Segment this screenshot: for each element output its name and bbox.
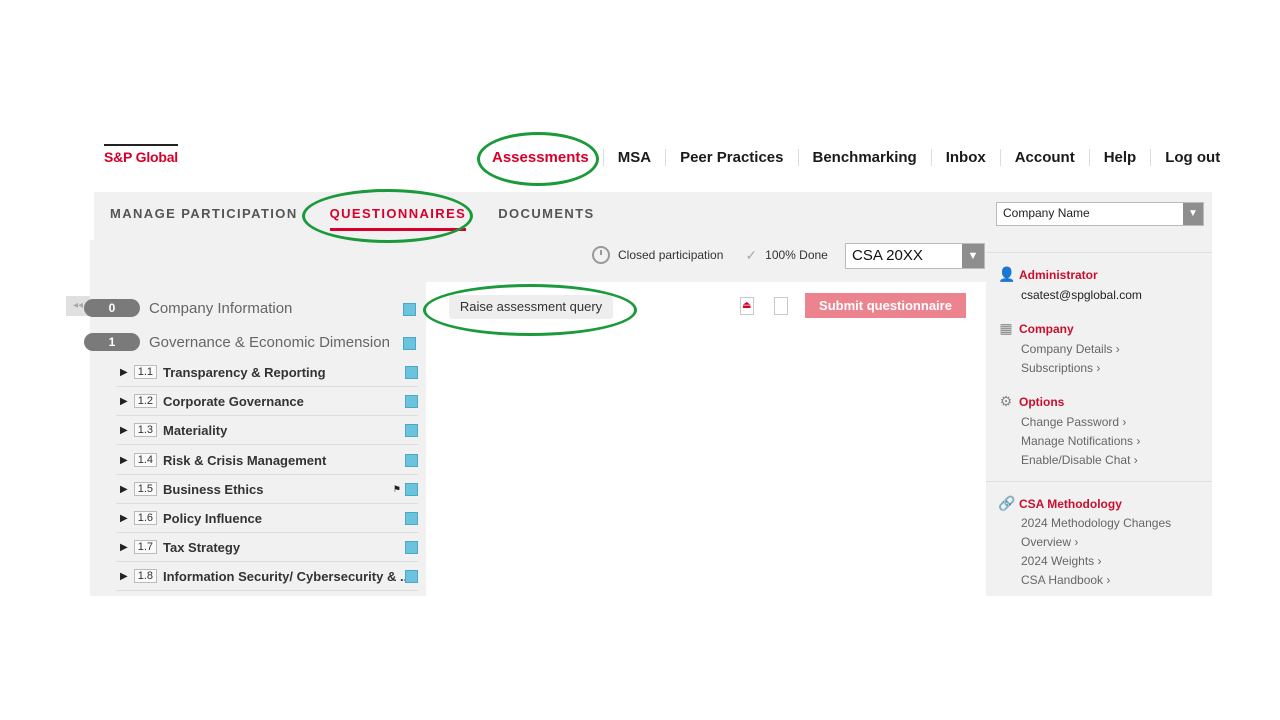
enable-disable-chat-link[interactable]: Enable/Disable Chat › — [1021, 453, 1138, 467]
tree-item[interactable]: ▶ 1.5 Business Ethics ⚑ — [116, 475, 418, 504]
expand-triangle-icon[interactable]: ▶ — [120, 542, 128, 553]
status-square-icon — [405, 569, 418, 583]
tab-documents[interactable]: DOCUMENTS — [498, 206, 594, 221]
item-label: Policy Influence — [163, 510, 262, 526]
item-label: Risk & Crisis Management — [163, 452, 327, 468]
item-number: 1.7 — [133, 540, 157, 554]
nav-msa[interactable]: MSA — [602, 148, 665, 166]
tree-item[interactable]: ▶ 1.2 Corporate Governance — [116, 387, 418, 416]
participation-status: Closed participation ✓ 100% Done — [592, 244, 828, 266]
item-label: Tax Strategy — [163, 539, 241, 555]
company-select-value: Company Name — [1003, 206, 1090, 220]
status-square-icon — [405, 394, 418, 408]
item-number: 1.6 — [133, 511, 157, 525]
top-navigation: Assessments MSA Peer Practices Benchmark… — [478, 132, 1234, 182]
progress-text: 100% Done — [765, 248, 828, 262]
checkmark-icon: ✓ — [745, 246, 758, 263]
change-password-link[interactable]: Change Password › — [1021, 415, 1126, 429]
tree-item[interactable]: ▶ 1.7 Tax Strategy — [116, 533, 418, 562]
nav-benchmarking[interactable]: Benchmarking — [797, 148, 931, 166]
document-icon[interactable] — [774, 297, 788, 315]
status-square-icon — [405, 511, 418, 525]
caret-down-icon[interactable]: ▼ — [1183, 203, 1203, 225]
logo-text: S&P Global — [104, 149, 178, 165]
gear-icon: ⚙ — [999, 393, 1013, 409]
nav-inbox[interactable]: Inbox — [930, 148, 1000, 166]
section-number-badge: 1 — [84, 333, 140, 351]
company-details-link[interactable]: Company Details › — [1021, 342, 1120, 356]
expand-triangle-icon[interactable]: ▶ — [120, 484, 128, 495]
nav-help[interactable]: Help — [1088, 148, 1151, 166]
section-governance-economic[interactable]: Governance & Economic Dimension — [149, 334, 390, 351]
section-company-information[interactable]: Company Information — [149, 300, 292, 317]
weights-link[interactable]: 2024 Weights › — [1021, 554, 1102, 568]
item-number: 1.1 — [133, 365, 157, 379]
item-number: 1.2 — [133, 394, 157, 408]
item-label: Transparency & Reporting — [163, 364, 326, 380]
status-square-icon — [405, 453, 418, 467]
tab-questionnaires[interactable]: QUESTIONNAIRES — [329, 206, 467, 231]
sp-global-logo[interactable]: S&P Global — [104, 144, 180, 165]
subscriptions-link[interactable]: Subscriptions › — [1021, 361, 1100, 375]
csa-handbook-link[interactable]: CSA Handbook › — [1021, 573, 1110, 587]
csa-methodology-heading: CSA Methodology — [1019, 497, 1122, 511]
divider — [986, 252, 1212, 253]
tree-item[interactable]: ▶ 1.6 Policy Influence — [116, 504, 418, 533]
manage-notifications-link[interactable]: Manage Notifications › — [1021, 434, 1140, 448]
item-label: Business Ethics — [163, 481, 264, 497]
expand-triangle-icon[interactable]: ▶ — [120, 513, 128, 524]
questionnaire-select[interactable]: CSA 20XX ▼ — [845, 243, 985, 269]
tree-item[interactable]: ▶ 1.1 Transparency & Reporting — [116, 358, 418, 387]
status-square-icon — [403, 337, 416, 350]
nav-account[interactable]: Account — [999, 148, 1089, 166]
expand-triangle-icon[interactable]: ▶ — [120, 367, 128, 378]
tree-item[interactable]: ▶ 1.4 Risk & Crisis Management — [116, 446, 418, 475]
expand-triangle-icon[interactable]: ▶ — [120, 455, 128, 466]
expand-triangle-icon[interactable]: ▶ — [120, 396, 128, 407]
status-square-icon — [403, 303, 416, 316]
administrator-heading: Administrator — [1019, 268, 1098, 282]
options-heading: Options — [1019, 395, 1065, 409]
section-number-badge: 0 — [84, 299, 140, 317]
sub-navigation: MANAGE PARTICIPATION QUESTIONNAIRES DOCU… — [110, 192, 627, 234]
building-icon: ▦ — [999, 320, 1013, 336]
user-icon: 👤 — [998, 266, 1016, 282]
participation-text: Closed participation — [618, 248, 724, 262]
expand-triangle-icon[interactable]: ▶ — [120, 425, 128, 436]
caret-down-icon[interactable]: ▼ — [962, 244, 984, 268]
nav-assessments[interactable]: Assessments — [478, 149, 603, 166]
item-label: Materiality — [163, 422, 228, 438]
admin-email: csatest@spglobal.com — [1021, 288, 1142, 302]
item-number: 1.5 — [133, 482, 157, 496]
expand-triangle-icon[interactable]: ▶ — [120, 571, 128, 582]
item-number: 1.3 — [133, 423, 157, 437]
clock-icon — [592, 246, 610, 264]
item-label: Information Security/ Cybersecurity & ..… — [163, 568, 405, 584]
item-number: 1.4 — [133, 453, 157, 467]
flag-icon: ⚑ — [392, 483, 401, 494]
link-icon: 🔗 — [998, 495, 1016, 511]
overview-link[interactable]: Overview › — [1021, 535, 1078, 549]
item-label: Corporate Governance — [163, 393, 304, 409]
pdf-icon[interactable]: ⏏ — [740, 297, 754, 315]
company-select[interactable]: Company Name ▼ — [996, 202, 1204, 226]
divider — [986, 481, 1212, 482]
tree-item[interactable]: ▶ 1.8 Information Security/ Cybersecurit… — [116, 562, 418, 591]
submit-questionnaire-button[interactable]: Submit questionnaire — [805, 293, 966, 318]
tree-item[interactable]: ▶ 1.3 Materiality — [116, 416, 418, 445]
methodology-changes-link[interactable]: 2024 Methodology Changes — [1021, 516, 1171, 530]
nav-peer-practices[interactable]: Peer Practices — [665, 148, 797, 166]
nav-log-out[interactable]: Log out — [1150, 148, 1234, 166]
status-square-icon — [405, 482, 418, 496]
status-square-icon — [405, 540, 418, 554]
company-heading: Company — [1019, 322, 1074, 336]
tab-manage-participation[interactable]: MANAGE PARTICIPATION — [110, 206, 298, 221]
questionnaire-select-value: CSA 20XX — [852, 247, 923, 264]
status-square-icon — [405, 365, 418, 379]
pdf-glyph: ⏏ — [742, 300, 752, 311]
status-square-icon — [405, 423, 418, 437]
item-number: 1.8 — [133, 569, 157, 583]
raise-assessment-query-button[interactable]: Raise assessment query — [449, 295, 613, 319]
